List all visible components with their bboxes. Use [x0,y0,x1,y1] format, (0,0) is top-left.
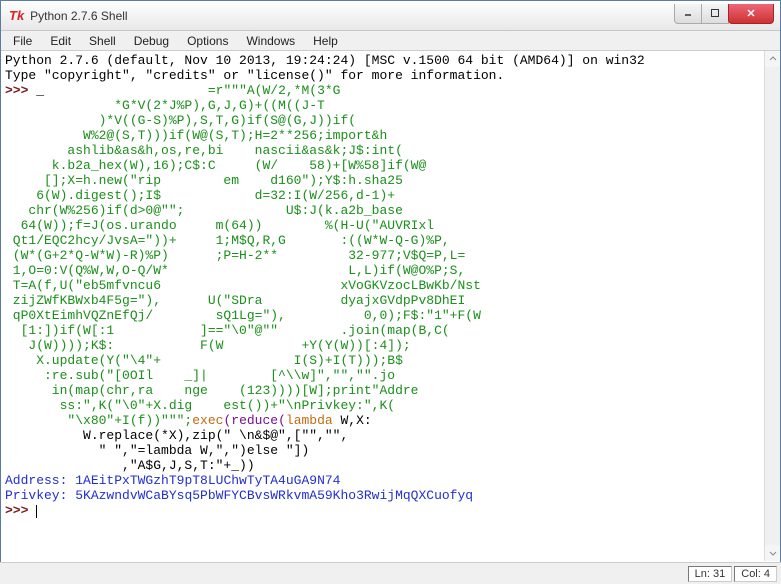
tk-logo-icon: Tk [9,8,24,23]
status-bar: Ln: 31 Col: 4 [0,562,781,584]
code-text: J(W))));K$: F(W +Y(Y(W))[:4]); [5,338,411,353]
code-text: 64(W));f=J(os.urando m(64)) %(H-U("AUVRI… [5,218,434,233]
code-text: W%2@(S,T)))if(W@(S,T);H=2**256;import&h [5,128,387,143]
status-col: Col: 4 [734,566,777,582]
prompt: >>> [5,503,36,518]
window-controls [675,4,780,24]
code-text: chr(W%256)if(d>0@""; U$:J(k.a2b_base [5,203,403,218]
status-line: Ln: 31 [688,566,733,582]
code-text: (W*(G+2*Q-W*W)-R)%P) ;P=H-2** 32-977;V$Q… [5,248,465,263]
code-text: in(map(chr,ra nge (123))))[W];print"Addr… [5,383,418,398]
code-text: =r"""A(W/2,*M(3*G [44,83,340,98]
code-text: k.b2a_hex(W),16);C$:C (W/ 58)+[W%58]if(W… [5,158,426,173]
builtin: reduce [231,413,278,428]
code-text: qP0XtEimhVQZnEfQj/ sQ1Lg="), 0,0);F$:"1"… [5,308,481,323]
menu-debug[interactable]: Debug [126,32,177,50]
keyword: exec [192,413,223,428]
menu-help[interactable]: Help [305,32,346,50]
code-text: W,X: [333,413,372,428]
menu-file[interactable]: File [5,32,40,50]
close-button[interactable] [728,4,774,24]
code-text: ashlib&as&h,os,re,bi nascii&as&k;J$:int( [5,143,403,158]
scroll-up-icon[interactable] [765,51,780,67]
banner-line: Python 2.7.6 (default, Nov 10 2013, 19:2… [5,53,645,68]
output-label: Address: [5,473,67,488]
code-text: W.replace(*X),zip(" \n&$@",["","", [5,428,348,443]
code-text: :re.sub("[0OIl _]| [^\\w]","","".jo [5,368,395,383]
window-title: Python 2.7.6 Shell [30,9,675,23]
output-label: Privkey: [5,488,67,503]
scroll-down-icon[interactable] [765,545,780,561]
keyword: lambda [286,413,333,428]
code-text: zijZWfKBWxb4F5g="), U("SDra dyajxGVdpPv8… [5,293,465,308]
output-value: 1AEitPxTWGzhT9pT8LUChwTyTA4uGA9N74 [67,473,340,488]
vertical-scrollbar[interactable] [764,51,780,561]
code-text: [];X=h.new("rip em d160");Y$:h.sha25 [5,173,403,188]
code-text: 6(W).digest();I$ d=32:I(W/256,d-1)+ [5,188,395,203]
text-cursor [36,505,37,518]
titlebar: Tk Python 2.7.6 Shell [1,1,780,31]
code-text: _ [36,83,44,98]
menu-options[interactable]: Options [179,32,236,50]
code-text: "\x80"+I(f))"""; [5,413,192,428]
output-value: 5KAzwndvWCaBYsq5PbWFYCBvsWRkvmA59Kho3Rwi… [67,488,473,503]
menu-edit[interactable]: Edit [42,32,79,50]
code-text: Qt1/EQC2hcy/JvsA="))+ 1;M$Q,R,G :((W*W-Q… [5,233,450,248]
shell-content[interactable]: Python 2.7.6 (default, Nov 10 2013, 19:2… [1,51,780,561]
code-text: [1:])if(W[:1 ]=="\0"@"" .join(map(B,C( [5,323,450,338]
code-text: )*V((G-S)%P),S,T,G)if(S@(G,J))if( [5,113,356,128]
code-text: T=A(f,U("eb5mfvncu6 xVoGKVzocLBwKb/Nst [5,278,481,293]
minimize-button[interactable] [674,4,702,24]
shell-output: Python 2.7.6 (default, Nov 10 2013, 19:2… [5,53,776,518]
maximize-button[interactable] [701,4,729,24]
code-text: ,"A$G,J,S,T:"+_)) [5,458,255,473]
code-text: X.update(Y("\4"+ I(S)+I(T)));B$ [5,353,403,368]
prompt: >>> [5,83,36,98]
code-text: *G*V(2*J%P),G,J,G)+((M((J-T [5,98,325,113]
menu-shell[interactable]: Shell [81,32,124,50]
banner-line: Type "copyright", "credits" or "license(… [5,68,504,83]
code-text: ss:",K("\0"+X.dig est())+"\nPrivkey:",K( [5,398,395,413]
menu-windows[interactable]: Windows [238,32,303,50]
code-text: 1,O=0:V(Q%W,W,O-Q/W* L,L)if(W@O%P;S, [5,263,465,278]
menu-bar: File Edit Shell Debug Options Windows He… [1,31,780,51]
code-text: " ","=lambda W,",")else "]) [5,443,309,458]
